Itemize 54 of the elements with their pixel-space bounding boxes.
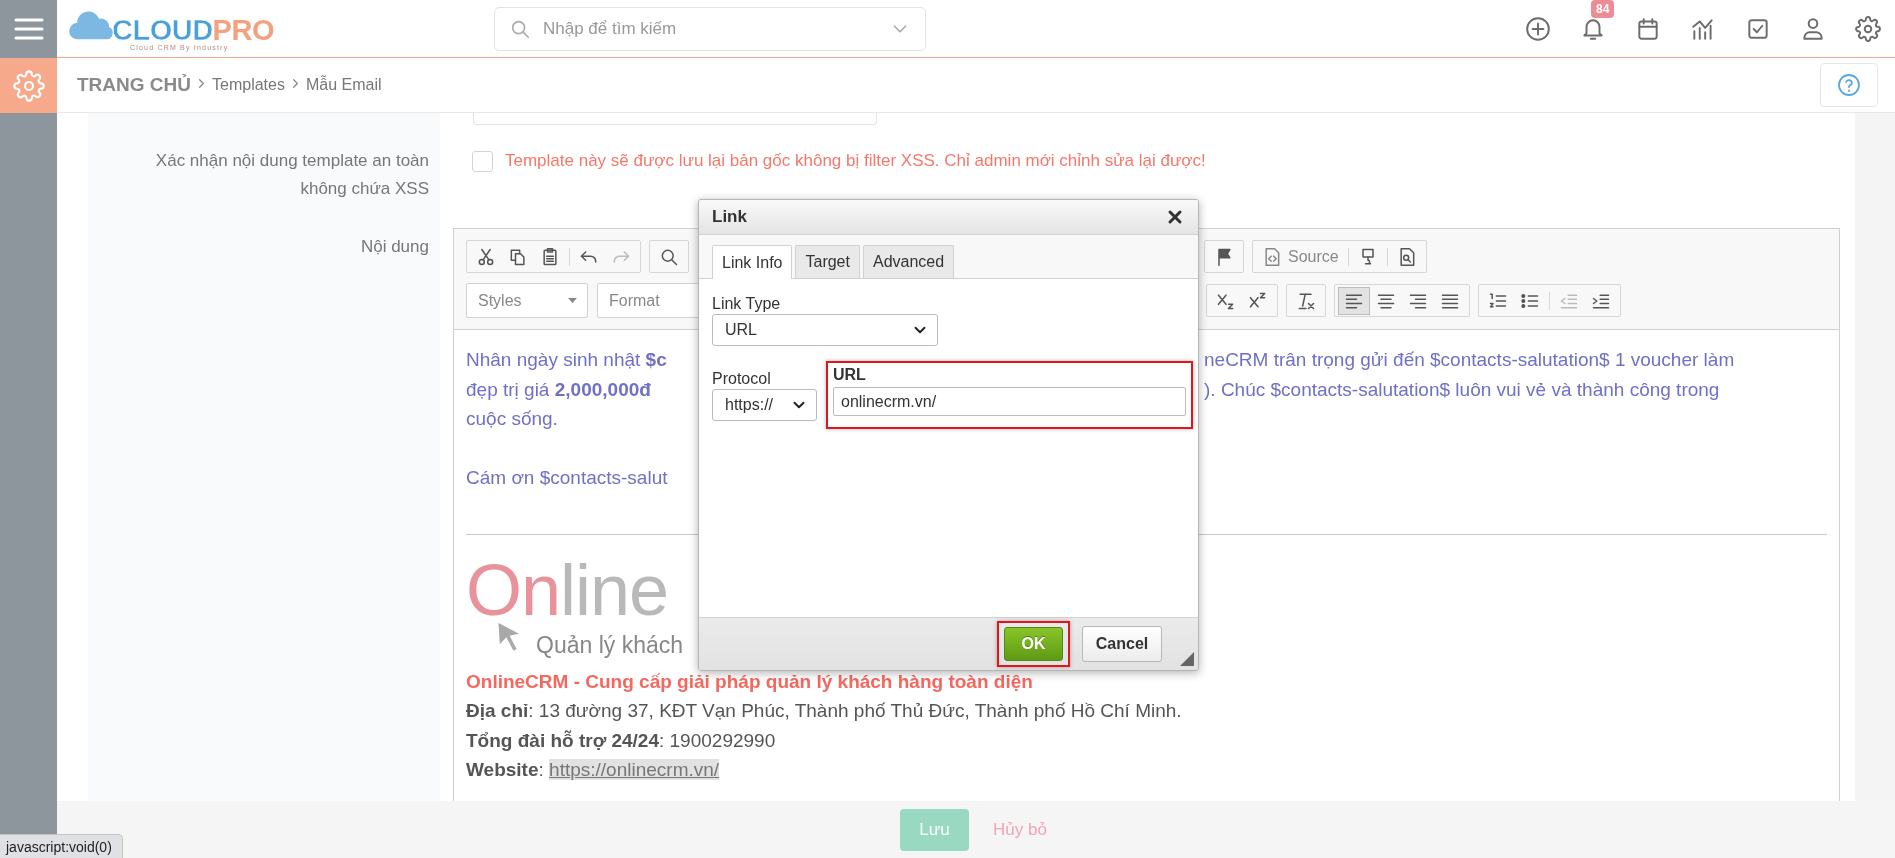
dialog-tab[interactable]: Advanced xyxy=(862,245,955,278)
user-icon[interactable] xyxy=(1800,15,1826,42)
breadcrumb-item[interactable]: Mẫu Email xyxy=(305,76,382,94)
dialog-title: Link xyxy=(712,207,747,227)
status-tooltip: javascript:void(0) xyxy=(0,834,123,858)
website-link[interactable]: https://onlinecrm.vn/ xyxy=(549,759,720,780)
field-label: URL xyxy=(833,366,866,383)
align-button[interactable] xyxy=(1338,286,1370,315)
protocol-select[interactable]: https:// xyxy=(712,389,817,421)
field-label: Protocol xyxy=(712,370,771,387)
search-field[interactable]: Nhập để tìm kiếm xyxy=(541,17,879,40)
email-text: ). Chúc $contacts-salutation$ luôn vui vẻ và thành công trong xyxy=(1204,377,1720,402)
field-label: Xác nhận nội dung template an toàn không chứa XSS xyxy=(154,150,429,200)
email-text: cuộc sống. xyxy=(466,408,558,429)
xss-note: Template này sẽ được lưu lại bản gốc không bị filter XSS. Chỉ admin mới chỉnh sửa lại được! xyxy=(505,151,1206,171)
source-button[interactable]: Source xyxy=(1256,242,1345,271)
settings-icon[interactable] xyxy=(1855,15,1881,42)
logo-tagline: Quản lý khách xyxy=(536,630,684,659)
logo-wordmark: Online xyxy=(466,560,669,619)
scissors-icon[interactable] xyxy=(476,246,496,267)
logo-wordmark: CLOUDPRO xyxy=(112,13,274,46)
styles-dropdown[interactable]: Styles xyxy=(466,283,588,318)
signature-text: Địa chỉ: 13 đường 37, KĐT Vạn Phúc, Thành phố Thủ Đức, Thành phố Hồ Chí Minh. xyxy=(466,700,1182,721)
email-text: neCRM trân trọng gửi đến $contacts-salutation$ 1 voucher làm xyxy=(1204,348,1735,372)
link-type-select[interactable]: URL xyxy=(712,314,938,346)
menu-icon[interactable] xyxy=(13,17,44,41)
email-text: Nhân ngày sinh nhật $c xyxy=(466,349,667,370)
field-label: Nội dung xyxy=(360,236,429,258)
notification-badge: 84 xyxy=(1591,0,1615,18)
add-icon[interactable] xyxy=(1525,15,1551,42)
signature-text: Website: xyxy=(466,759,544,780)
field-label: Link Type xyxy=(712,295,781,312)
caret-icon xyxy=(568,298,577,303)
clipboard-icon[interactable] xyxy=(540,246,560,267)
signature-title: OnlineCRM - Cung cấp giải pháp quản lý khách hàng toàn diện xyxy=(466,670,1033,692)
search-bar[interactable]: Nhập để tìm kiếm xyxy=(494,6,926,51)
help-icon xyxy=(1837,73,1861,97)
email-text: Cám ơn $contacts-salut xyxy=(466,467,668,488)
superscript-icon[interactable] xyxy=(1248,290,1268,311)
dialog-tab[interactable]: Target xyxy=(795,245,860,278)
calendar-icon[interactable] xyxy=(1635,15,1661,42)
signature-text: Tổng đài hỗ trợ 24/24: 1900292990 xyxy=(466,729,776,751)
resize-handle-icon[interactable] xyxy=(1180,652,1194,666)
email-text: đẹp trị giá 2,000,000đ xyxy=(466,378,651,400)
cancel-button[interactable]: Cancel xyxy=(1082,626,1162,662)
help-button[interactable] xyxy=(1820,63,1878,107)
breadcrumb-item[interactable]: Templates xyxy=(212,76,285,94)
dialog-tab[interactable]: Link Info xyxy=(712,245,793,279)
ok-button[interactable]: OK xyxy=(1004,627,1063,661)
url-field[interactable]: onlinecrm.vn/ xyxy=(833,387,1186,416)
input-field[interactable] xyxy=(473,113,877,125)
checkbox[interactable] xyxy=(472,151,493,172)
code-file-icon[interactable] xyxy=(1262,246,1282,267)
breadcrumb-item[interactable]: TRANG CHỦ xyxy=(77,74,191,96)
